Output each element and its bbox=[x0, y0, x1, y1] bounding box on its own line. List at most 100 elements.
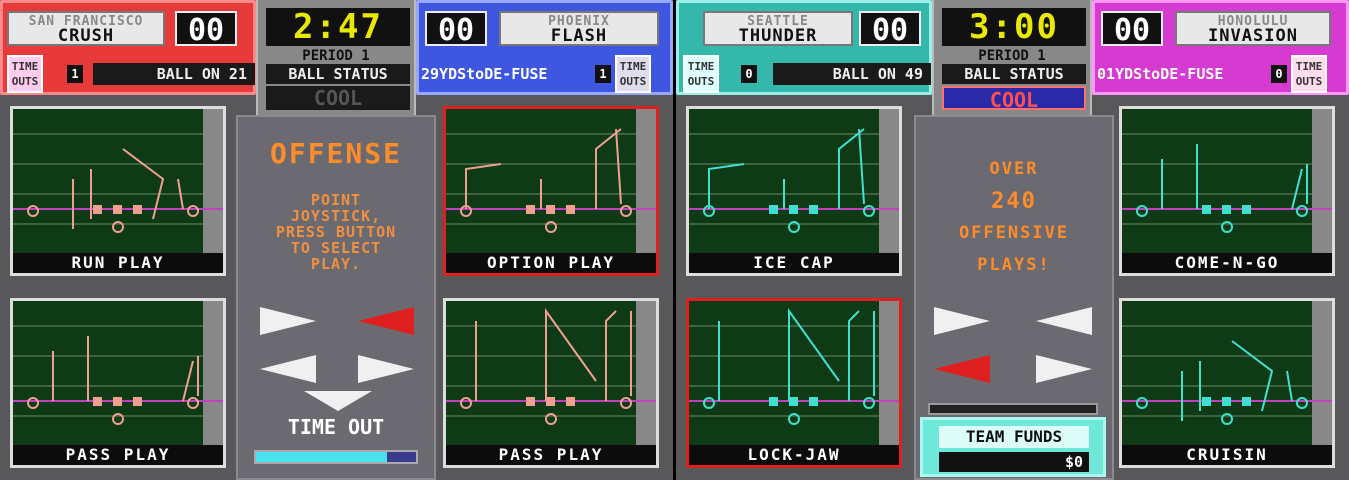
arrow-down-left-icon[interactable] bbox=[934, 355, 990, 383]
game-clock-panel: 3:00 PERIOD 1 BALL STATUS COOL bbox=[932, 0, 1092, 115]
timeouts-label-line1: TIME bbox=[619, 60, 647, 73]
left-player-screen: SAN FRANCISCO CRUSH 00 TIME OUTS 1 BALL … bbox=[0, 0, 673, 480]
arrow-down-right-icon[interactable] bbox=[358, 355, 414, 383]
promo-line: 240 bbox=[991, 189, 1037, 214]
play-diagram bbox=[446, 109, 656, 254]
lineman bbox=[133, 205, 142, 214]
play-diagram bbox=[446, 301, 656, 446]
timeouts-label-line1: TIME bbox=[11, 60, 39, 73]
play-label: COME-N-GO bbox=[1122, 253, 1332, 273]
home-team-nickname: THUNDER bbox=[738, 26, 818, 46]
play-label: PASS PLAY bbox=[13, 445, 223, 465]
arrow-up-left-icon[interactable] bbox=[934, 307, 990, 335]
offense-title: OFFENSE bbox=[269, 137, 402, 170]
play-card-cruisin[interactable]: CRUISIN bbox=[1119, 298, 1335, 468]
play-card-ice-cap[interactable]: ICE CAP bbox=[686, 106, 902, 276]
arrow-up-right-icon[interactable] bbox=[358, 307, 414, 335]
end-zone bbox=[879, 109, 899, 254]
timeouts-label-line2: OUTS bbox=[687, 75, 715, 88]
end-zone bbox=[1312, 109, 1332, 254]
away-team-panel: 00 PHOENIX FLASH 29YDStoDE-FUSE 1 TIME O… bbox=[416, 0, 673, 95]
timeouts-label-line1: TIME bbox=[1295, 60, 1323, 73]
away-team-panel: 00 HONOLULU INVASION 01YDStoDE-FUSE 0 TI… bbox=[1092, 0, 1349, 95]
home-team-name: SEATTLE THUNDER bbox=[703, 11, 853, 46]
home-timeouts-label: TIME OUTS bbox=[7, 55, 43, 93]
lineman bbox=[769, 205, 778, 214]
lineman bbox=[1222, 205, 1231, 214]
lineman bbox=[113, 397, 122, 406]
play-label: LOCK-JAW bbox=[689, 445, 899, 465]
game-clock-panel: 2:47 PERIOD 1 BALL STATUS COOL bbox=[256, 0, 416, 115]
play-diagram bbox=[689, 301, 899, 446]
lineman bbox=[113, 205, 122, 214]
game-clock: 2:47 bbox=[266, 8, 410, 46]
play-card-pass-1[interactable]: PASS PLAY bbox=[10, 298, 226, 468]
play-card-pass-2[interactable]: PASS PLAY bbox=[443, 298, 659, 468]
arrow-down-icon[interactable] bbox=[304, 391, 372, 411]
play-diagram bbox=[689, 109, 899, 254]
instruction-line: JOYSTICK, bbox=[290, 207, 382, 225]
play-card-run[interactable]: RUN PLAY bbox=[10, 106, 226, 276]
home-timeouts-count: 1 bbox=[67, 65, 83, 83]
home-timeouts-count: 0 bbox=[741, 65, 757, 83]
end-zone bbox=[636, 301, 656, 446]
away-team-nickname: FLASH bbox=[550, 26, 608, 46]
play-diagram bbox=[1122, 301, 1332, 446]
home-team-nickname: CRUSH bbox=[57, 26, 115, 46]
timeouts-label-line1: TIME bbox=[687, 60, 715, 73]
timeouts-label-line2: OUTS bbox=[619, 75, 647, 88]
play-label: OPTION PLAY bbox=[446, 253, 656, 273]
lineman bbox=[769, 397, 778, 406]
home-team-panel: SAN FRANCISCO CRUSH 00 TIME OUTS 1 BALL … bbox=[0, 0, 256, 95]
away-timeouts-count: 0 bbox=[1271, 65, 1287, 83]
lineman bbox=[789, 205, 798, 214]
home-score: 00 bbox=[175, 11, 237, 48]
ball-status-label: BALL STATUS bbox=[266, 64, 410, 84]
lineman bbox=[526, 397, 535, 406]
ball-on: BALL ON 21 bbox=[93, 63, 255, 85]
arrow-up-right-icon[interactable] bbox=[1036, 307, 1092, 335]
arrow-down-left-icon[interactable] bbox=[260, 355, 316, 383]
yards-to-defuse: 01YDStoDE-FUSE bbox=[1097, 65, 1224, 83]
arrow-down-right-icon[interactable] bbox=[1036, 355, 1092, 383]
play-card-lock-jaw[interactable]: LOCK-JAW bbox=[686, 298, 902, 468]
lineman bbox=[809, 205, 818, 214]
period: PERIOD 1 bbox=[978, 48, 1046, 64]
lineman bbox=[1242, 205, 1251, 214]
offense-menu: OFFENSE POINT JOYSTICK, PRESS BUTTON TO … bbox=[236, 115, 436, 480]
timeouts-label-line2: OUTS bbox=[1295, 75, 1323, 88]
lineman bbox=[1202, 205, 1211, 214]
lineman bbox=[789, 397, 798, 406]
promo-line: OVER bbox=[989, 159, 1039, 179]
right-player-screen: SEATTLE THUNDER 00 TIME OUTS 0 BALL ON 4… bbox=[676, 0, 1349, 480]
end-zone bbox=[636, 109, 656, 254]
time-out-label[interactable]: TIME OUT bbox=[238, 415, 434, 439]
home-team-panel: SEATTLE THUNDER 00 TIME OUTS 0 BALL ON 4… bbox=[676, 0, 932, 95]
lineman bbox=[93, 205, 102, 214]
team-funds-label: TEAM FUNDS bbox=[939, 426, 1089, 448]
lineman bbox=[93, 397, 102, 406]
play-card-option[interactable]: OPTION PLAY bbox=[443, 106, 659, 276]
end-zone bbox=[879, 301, 899, 446]
lineman bbox=[1242, 397, 1251, 406]
timeouts-label-line2: OUTS bbox=[11, 75, 39, 88]
timeout-meter-fill bbox=[256, 452, 388, 462]
promo-line: OFFENSIVE bbox=[958, 223, 1070, 243]
play-diagram bbox=[13, 109, 223, 254]
ball-status-label: BALL STATUS bbox=[942, 64, 1086, 84]
period: PERIOD 1 bbox=[302, 48, 370, 64]
end-zone bbox=[203, 301, 223, 446]
lineman bbox=[546, 205, 555, 214]
home-timeouts-label: TIME OUTS bbox=[683, 55, 719, 93]
lineman bbox=[526, 205, 535, 214]
play-card-come-n-go[interactable]: COME-N-GO bbox=[1119, 106, 1335, 276]
play-label: CRUISIN bbox=[1122, 445, 1332, 465]
arrow-up-left-icon[interactable] bbox=[260, 307, 316, 335]
away-team-nickname: INVASION bbox=[1208, 26, 1298, 46]
lineman bbox=[566, 205, 575, 214]
play-label: PASS PLAY bbox=[446, 445, 656, 465]
instruction-line: TO SELECT bbox=[290, 239, 382, 257]
play-label: RUN PLAY bbox=[13, 253, 223, 273]
play-label: ICE CAP bbox=[689, 253, 899, 273]
instructions: POINT JOYSTICK, PRESS BUTTON TO SELECT P… bbox=[244, 192, 428, 272]
